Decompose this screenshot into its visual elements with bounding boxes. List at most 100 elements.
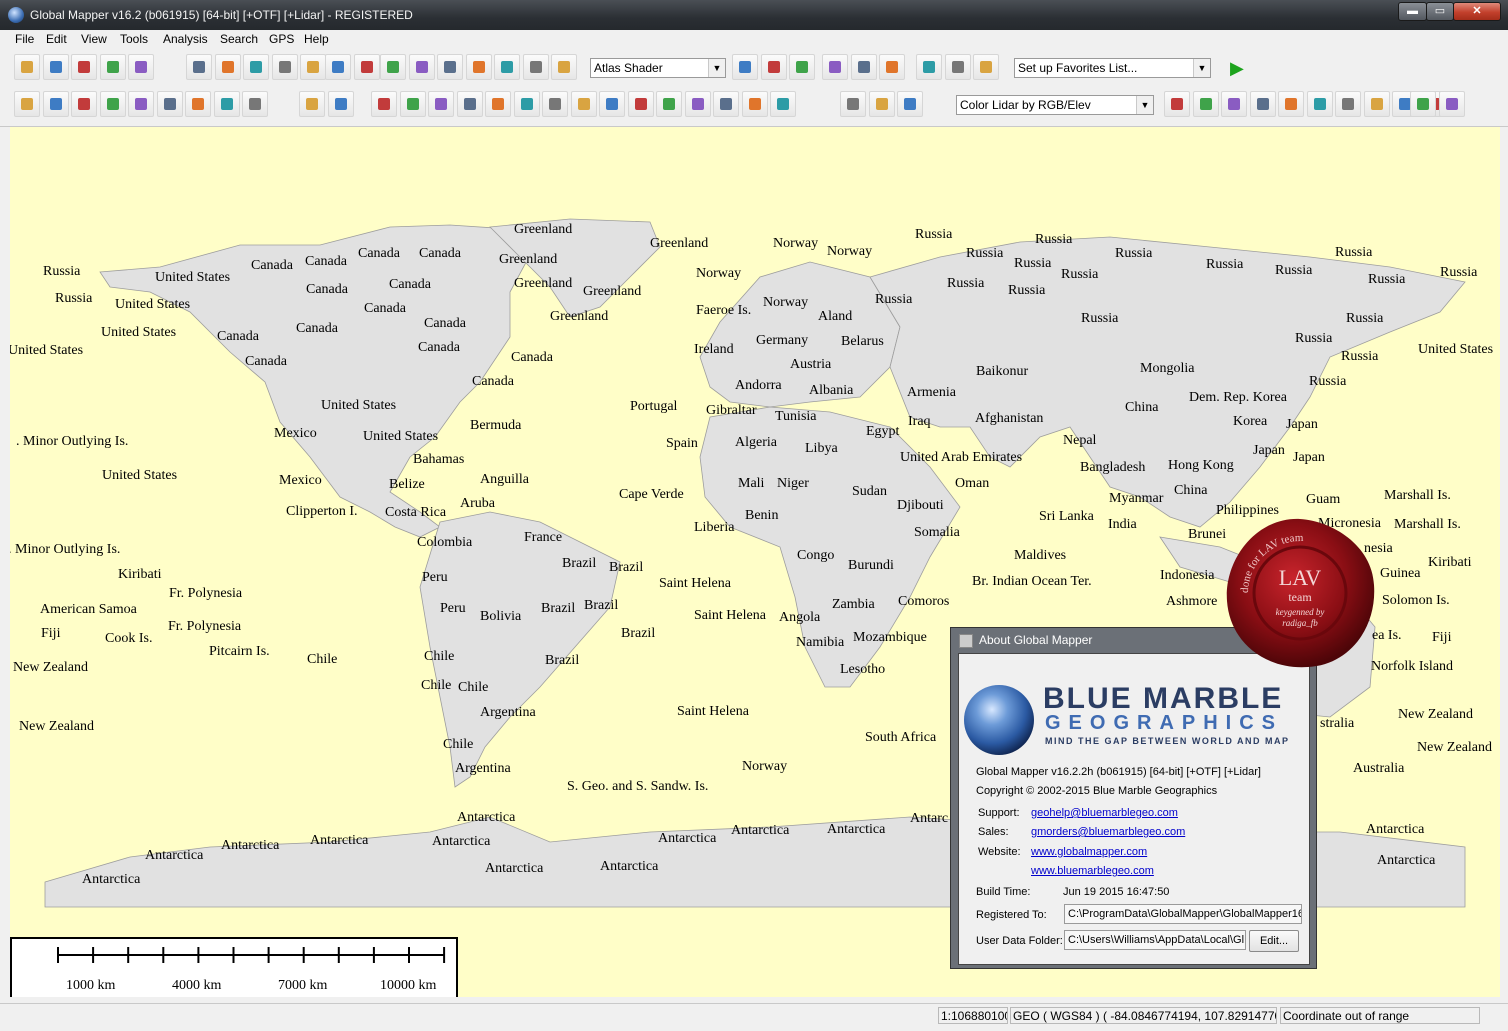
- terrain-icon[interactable]: [822, 54, 848, 80]
- create-line-icon[interactable]: [71, 91, 97, 117]
- veg-icon[interactable]: [1164, 91, 1190, 117]
- open-folder-icon[interactable]: [14, 54, 40, 80]
- globe-icon[interactable]: [71, 54, 97, 80]
- ground-icon[interactable]: [1221, 91, 1247, 117]
- dynamic-icon[interactable]: [850, 54, 877, 80]
- glyph: [249, 98, 261, 110]
- edit-line-icon[interactable]: [99, 91, 126, 117]
- support-email-link[interactable]: geohelp@bluemarblegeo.com: [1031, 807, 1178, 819]
- menu-view[interactable]: View: [81, 32, 107, 46]
- menu-help[interactable]: Help: [304, 32, 329, 46]
- digitize-icon[interactable]: [242, 91, 268, 117]
- map-label: Faeroe Is.: [696, 303, 751, 318]
- water-icon[interactable]: [1192, 91, 1219, 117]
- registered-field[interactable]: C:\ProgramData\GlobalMapper\GlobalMapper…: [1064, 904, 1302, 924]
- edit-button[interactable]: Edit...: [1249, 930, 1299, 952]
- about-dialog[interactable]: About Global Mapper BLUE MARBLE GEOGRAPH…: [950, 627, 1317, 969]
- open-folder-icon[interactable]: [973, 54, 999, 80]
- menu-search[interactable]: Search: [220, 32, 258, 46]
- title-bar[interactable]: Global Mapper v16.2 (b061915) [64-bit] […: [0, 0, 1508, 30]
- glyph: [221, 61, 234, 73]
- lidar-icon[interactable]: [760, 54, 787, 80]
- minimize-button[interactable]: ▬: [1398, 2, 1427, 21]
- hv-icon[interactable]: [840, 91, 866, 117]
- website-link-bluemarble[interactable]: www.bluemarblegeo.com: [1031, 865, 1154, 877]
- menu-edit[interactable]: Edit: [46, 32, 67, 46]
- web-globe-icon[interactable]: [879, 54, 905, 80]
- full-view-icon[interactable]: [243, 54, 269, 80]
- menu-tools[interactable]: Tools: [120, 32, 148, 46]
- create-points-icon[interactable]: [213, 91, 240, 117]
- rotate-icon[interactable]: [399, 91, 426, 117]
- favorites-select[interactable]: Set up Favorites List... ▼: [1014, 58, 1211, 78]
- lidar-filter-icon[interactable]: [741, 91, 768, 117]
- menu-gps[interactable]: GPS: [269, 32, 294, 46]
- hand-pan-icon[interactable]: [353, 54, 380, 80]
- smooth-icon[interactable]: [456, 91, 483, 117]
- shader-icon[interactable]: [551, 54, 577, 80]
- grid-icon[interactable]: [185, 91, 211, 117]
- label-icon[interactable]: [1306, 91, 1333, 117]
- create-point-icon[interactable]: [128, 91, 154, 117]
- view-shed-icon[interactable]: [437, 54, 463, 80]
- tracks-icon[interactable]: [789, 54, 815, 80]
- search-zoom-icon[interactable]: [325, 54, 351, 80]
- auto-class-icon[interactable]: [1249, 91, 1276, 117]
- add-code-icon[interactable]: [156, 91, 183, 117]
- select-icon[interactable]: [627, 91, 654, 117]
- website-link-globalmapper[interactable]: www.globalmapper.com: [1031, 846, 1147, 858]
- online-data-icon[interactable]: [944, 54, 971, 80]
- edit-line-icon[interactable]: [1438, 91, 1465, 117]
- paint-icon[interactable]: [599, 91, 625, 117]
- mv-icon[interactable]: [770, 91, 796, 117]
- shader-select[interactable]: Atlas Shader ▼: [590, 58, 726, 78]
- measure-icon[interactable]: [380, 54, 406, 80]
- merge-icon[interactable]: [513, 91, 540, 117]
- transfer-icon[interactable]: [1335, 91, 1361, 117]
- export-icon[interactable]: [99, 54, 126, 80]
- fill-icon[interactable]: [542, 91, 568, 117]
- digitizer-icon[interactable]: [494, 54, 520, 80]
- menu-file[interactable]: File: [15, 32, 34, 46]
- erase-icon[interactable]: [570, 91, 597, 117]
- sales-email-link[interactable]: gmorders@bluemarblegeo.com: [1031, 826, 1185, 838]
- maximize-button[interactable]: ▭: [1426, 2, 1454, 21]
- create-area-icon[interactable]: [14, 91, 40, 117]
- zoom-out-icon[interactable]: [214, 54, 241, 80]
- ac-icon[interactable]: [1278, 91, 1304, 117]
- map-label: Saint Helena: [694, 608, 767, 623]
- refresh-icon[interactable]: [300, 54, 326, 80]
- glyph: [135, 98, 147, 110]
- cut-icon[interactable]: [299, 91, 325, 117]
- move-icon[interactable]: [371, 91, 397, 117]
- zoom-in-icon[interactable]: [186, 54, 212, 80]
- glyph: [923, 61, 935, 73]
- create-line-icon[interactable]: [1410, 91, 1436, 117]
- elevation-icon[interactable]: [465, 54, 492, 80]
- userdata-field[interactable]: C:\Users\Williams\AppData\Local\Gl: [1064, 930, 1246, 950]
- arrow-icon[interactable]: [656, 91, 682, 117]
- connect-icon[interactable]: [916, 54, 942, 80]
- color-points-icon[interactable]: [868, 91, 895, 117]
- config-icon[interactable]: [128, 54, 154, 80]
- menu-analysis[interactable]: Analysis: [163, 32, 208, 46]
- shape-icon[interactable]: [327, 91, 354, 117]
- path-profile-icon[interactable]: [408, 54, 435, 80]
- scale-icon[interactable]: [428, 91, 454, 117]
- lidar-color-select[interactable]: Color Lidar by RGB/Elev ▼: [956, 95, 1154, 115]
- 3d-view-icon[interactable]: [732, 54, 758, 80]
- grid-points-icon[interactable]: [1363, 91, 1390, 117]
- save-icon[interactable]: [42, 54, 69, 80]
- close-button[interactable]: ✕: [1453, 2, 1501, 21]
- undo-icon[interactable]: [713, 91, 739, 117]
- split-icon[interactable]: [485, 91, 511, 117]
- edit-area-icon[interactable]: [42, 91, 69, 117]
- binoculars-icon[interactable]: [522, 54, 549, 80]
- classify-icon[interactable]: [897, 91, 923, 117]
- curve-icon[interactable]: [684, 91, 711, 117]
- map-label: Benin: [745, 508, 778, 523]
- map-label: Canada: [419, 246, 462, 261]
- glyph: [857, 61, 870, 73]
- home-icon[interactable]: [271, 54, 298, 80]
- run-favorite-icon[interactable]: ▶: [1230, 58, 1252, 78]
